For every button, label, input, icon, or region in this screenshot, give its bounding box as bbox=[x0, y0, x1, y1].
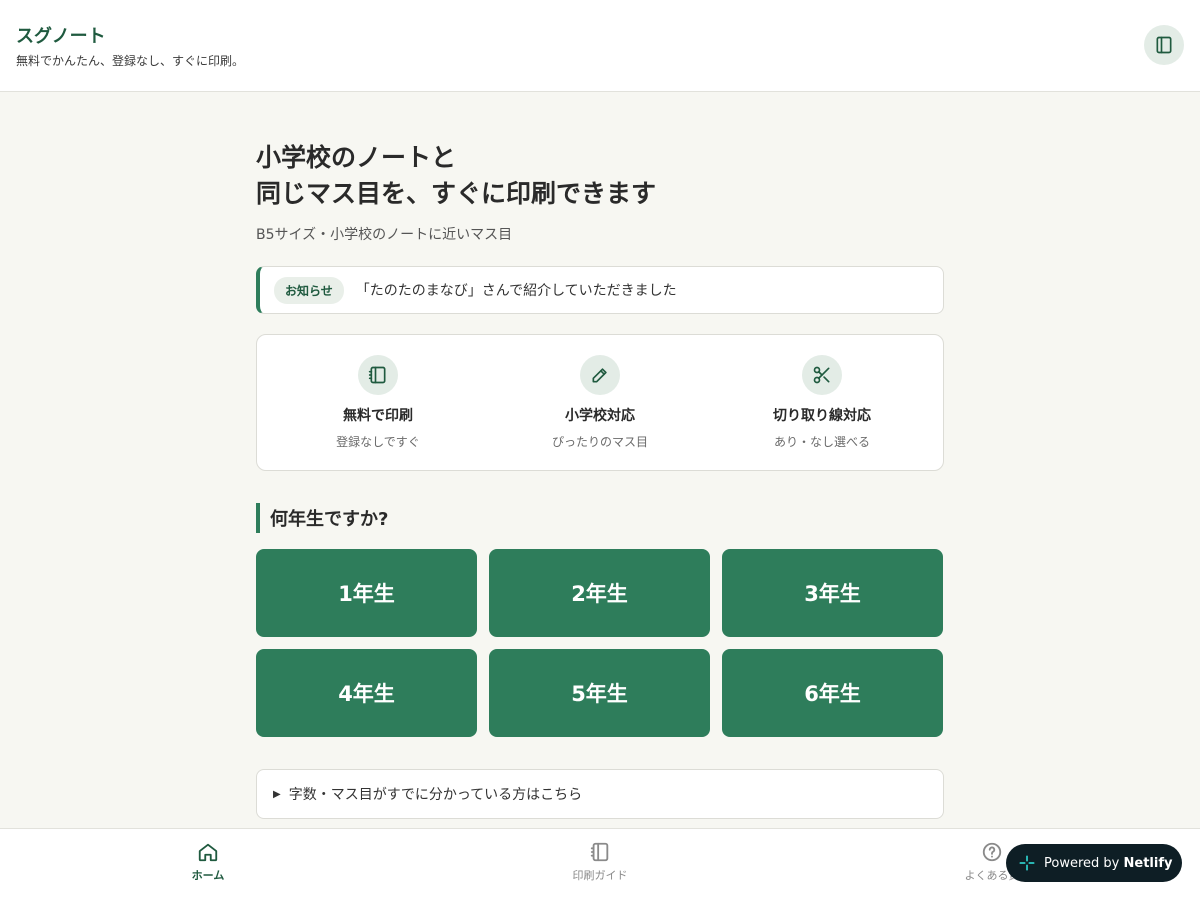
netlify-logo-icon bbox=[1019, 855, 1035, 871]
notebook-icon bbox=[1156, 36, 1172, 54]
notice-banner: お知らせ 「たのたのまなび」さんで紹介していただきました bbox=[256, 266, 944, 314]
notice-badge: お知らせ bbox=[274, 276, 344, 304]
grade-grid: 1年生 2年生 3年生 4年生 5年生 6年生 bbox=[256, 549, 944, 737]
feature-icon-wrap bbox=[358, 355, 398, 395]
grade-3-button[interactable]: 3年生 bbox=[722, 549, 943, 637]
feature-desc: あり・なし選べる bbox=[773, 435, 870, 449]
grade-6-button[interactable]: 6年生 bbox=[722, 649, 943, 737]
menu-button[interactable] bbox=[1144, 25, 1184, 65]
nav-label: 印刷ガイド bbox=[572, 869, 628, 882]
main-content: 小学校のノートと 同じマス目を、すぐに印刷できます B5サイズ・小学校のノートに… bbox=[256, 92, 944, 819]
feature-desc: ぴったりのマス目 bbox=[551, 435, 648, 449]
pencil-icon bbox=[592, 368, 607, 383]
nav-label: ホーム bbox=[191, 869, 225, 882]
custom-grid-disclosure[interactable]: ▶ 字数・マス目がすでに分かっている方はこちら bbox=[256, 769, 944, 819]
feature-title: 無料で印刷 bbox=[343, 408, 413, 424]
nav-item-print-guide[interactable]: 印刷ガイド bbox=[540, 841, 660, 883]
nav-item-home[interactable]: ホーム bbox=[148, 841, 268, 883]
app-tagline: 無料でかんたん、登録なし、すぐに印刷。 bbox=[16, 54, 245, 68]
app-header: スグノート 無料でかんたん、登録なし、すぐに印刷。 bbox=[0, 0, 1200, 92]
hero-title: 小学校のノートと 同じマス目を、すぐに印刷できます bbox=[256, 140, 944, 212]
hero-title-line2: 同じマス目を、すぐに印刷できます bbox=[256, 179, 657, 208]
grade-4-button[interactable]: 4年生 bbox=[256, 649, 477, 737]
app-title[interactable]: スグノート bbox=[16, 22, 106, 48]
grade-2-button[interactable]: 2年生 bbox=[489, 549, 710, 637]
notebook-icon bbox=[590, 842, 609, 862]
grade-section-heading: 何年生ですか? bbox=[256, 503, 944, 533]
grade-5-button[interactable]: 5年生 bbox=[489, 649, 710, 737]
question-icon bbox=[982, 842, 1002, 862]
notice-text: 「たのたのまなび」さんで紹介していただきました bbox=[355, 283, 677, 299]
hero-title-line1: 小学校のノートと bbox=[256, 143, 457, 172]
netlify-brand: Netlify bbox=[1123, 855, 1173, 871]
feature-icon-wrap bbox=[580, 355, 620, 395]
netlify-badge[interactable]: Powered by Netlify bbox=[1006, 844, 1182, 882]
disclosure-label: 字数・マス目がすでに分かっている方はこちら bbox=[288, 787, 583, 803]
hero-subtitle: B5サイズ・小学校のノートに近いマス目 bbox=[256, 227, 513, 243]
scissors-icon bbox=[813, 366, 830, 384]
feature-school: 小学校対応 ぴったりのマス目 bbox=[500, 355, 700, 470]
grade-1-button[interactable]: 1年生 bbox=[256, 549, 477, 637]
home-icon bbox=[198, 843, 218, 862]
netlify-text: Powered by Netlify bbox=[1044, 856, 1172, 871]
feature-free-print: 無料で印刷 登録なしですぐ bbox=[278, 355, 478, 470]
feature-cut-line: 切り取り線対応 あり・なし選べる bbox=[722, 355, 922, 470]
feature-icon-wrap bbox=[802, 355, 842, 395]
feature-panel: 無料で印刷 登録なしですぐ 小学校対応 ぴったりのマス目 切り取り線対応 あり・… bbox=[256, 334, 944, 471]
netlify-prefix: Powered by bbox=[1044, 855, 1120, 871]
feature-title: 小学校対応 bbox=[565, 408, 635, 424]
notebook-icon bbox=[368, 366, 386, 384]
triangle-right-icon: ▶ bbox=[273, 788, 281, 800]
feature-desc: 登録なしですぐ bbox=[336, 435, 420, 449]
feature-title: 切り取り線対応 bbox=[773, 408, 871, 424]
